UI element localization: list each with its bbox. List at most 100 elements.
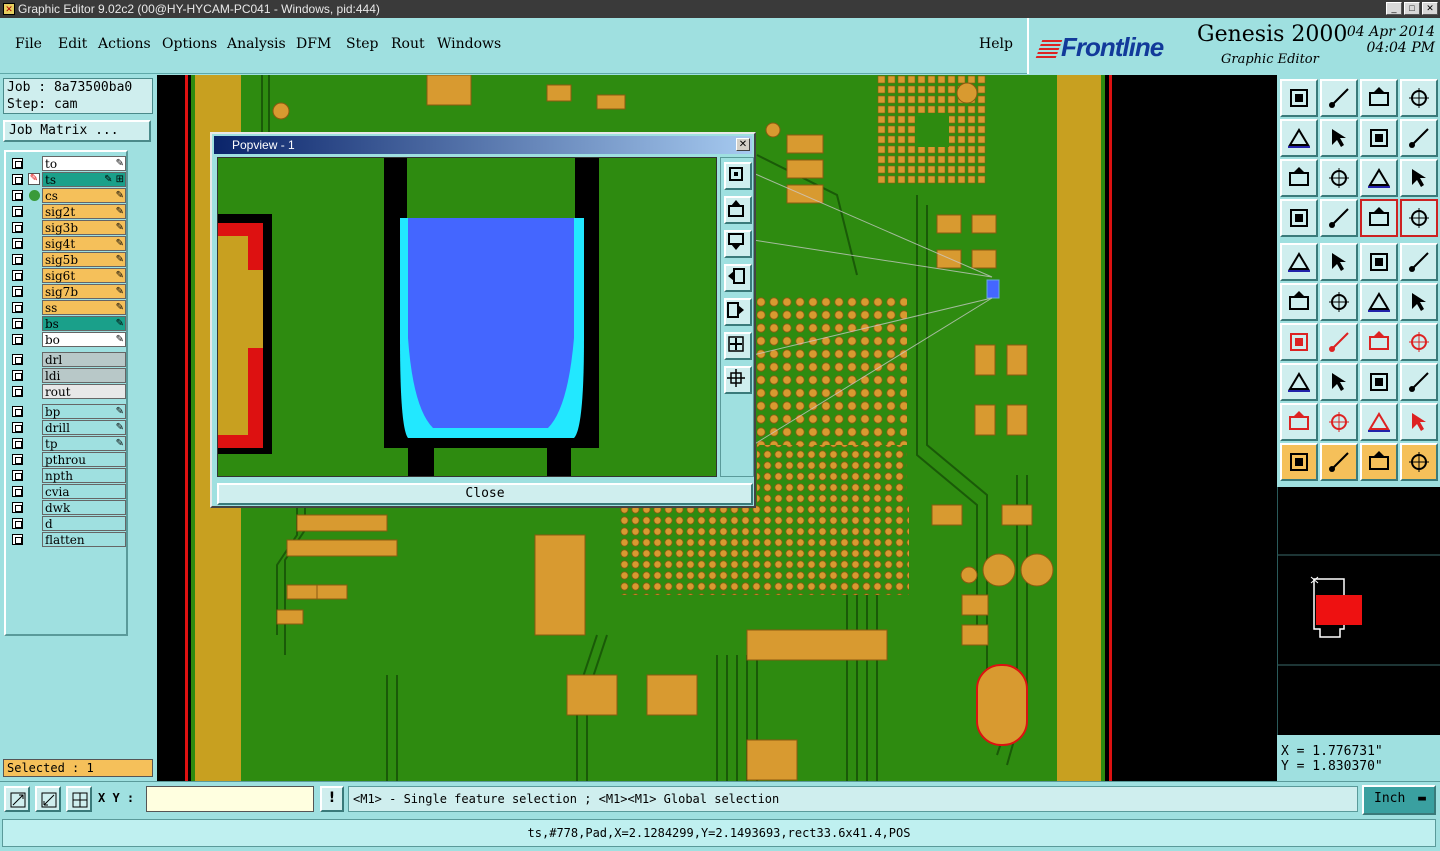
layer-checkbox[interactable] <box>12 386 23 397</box>
layer-row-cvia[interactable]: cvia <box>8 484 126 499</box>
tool-home-top-button[interactable] <box>1280 79 1318 117</box>
layer-row-sig4t[interactable]: sig4t ✎ <box>8 236 126 251</box>
menu-file[interactable]: File <box>15 36 42 52</box>
popview-pan-right-button[interactable] <box>724 298 752 326</box>
layer-row-rout[interactable]: rout <box>8 384 126 399</box>
layer-checkbox[interactable] <box>12 470 23 481</box>
layer-checkbox[interactable] <box>12 318 23 329</box>
layer-checkbox[interactable] <box>12 534 23 545</box>
tool-arc-button[interactable] <box>1360 323 1398 361</box>
menu-dfm[interactable]: DFM <box>296 36 331 52</box>
layer-name[interactable]: rout <box>42 384 126 399</box>
layer-row-ts[interactable]: ✎ ts ✎ ⊞ <box>8 172 126 187</box>
tool-net-button[interactable] <box>1280 283 1318 321</box>
popview-canvas[interactable] <box>217 157 717 477</box>
layer-row-pthrou[interactable]: pthrou <box>8 452 126 467</box>
tool-grid-button[interactable] <box>1320 199 1358 237</box>
layer-name[interactable]: sig6t <box>42 268 126 283</box>
tool-ratio-1-2-button[interactable] <box>1360 159 1398 197</box>
measure-button[interactable] <box>35 786 61 812</box>
tool-triangle-red-button[interactable] <box>1280 403 1318 441</box>
tool-cut-button[interactable] <box>1320 363 1358 401</box>
layer-row-ldi[interactable]: ldi <box>8 368 126 383</box>
layer-name[interactable]: sig4t <box>42 236 126 251</box>
tool-select-net-button[interactable] <box>1400 443 1438 481</box>
layer-row-sig3b[interactable]: sig3b ✎ <box>8 220 126 235</box>
layer-checkbox[interactable] <box>12 486 23 497</box>
layer-checkbox[interactable] <box>12 158 23 169</box>
tool-house-button[interactable] <box>1360 79 1398 117</box>
layer-name[interactable]: sig7b <box>42 284 126 299</box>
layer-checkbox[interactable] <box>12 270 23 281</box>
grid-button[interactable] <box>66 786 92 812</box>
tool-select-cursor-button[interactable] <box>1360 443 1398 481</box>
tool-pan-right-button[interactable] <box>1320 119 1358 157</box>
tool-connect-blue-button[interactable] <box>1400 283 1438 321</box>
layer-row-ss[interactable]: ss ✎ <box>8 300 126 315</box>
layer-row-to[interactable]: to ✎ <box>8 156 126 171</box>
layer-row-bp[interactable]: bp ✎ <box>8 404 126 419</box>
tool-pan-left-button[interactable] <box>1280 119 1318 157</box>
close-window-button[interactable]: ✕ <box>1422 2 1438 15</box>
popview-close-icon[interactable]: ✕ <box>736 138 750 151</box>
layer-checkbox[interactable] <box>12 422 23 433</box>
popview-pan-up-button[interactable] <box>724 196 752 224</box>
tool-mirror-button[interactable] <box>1400 119 1438 157</box>
tool-fit-vertical-button[interactable] <box>1280 159 1318 197</box>
tool-measure-button[interactable] <box>1360 363 1398 401</box>
tool-pad-group-button[interactable] <box>1280 363 1318 401</box>
layer-checkbox[interactable] <box>12 206 23 217</box>
menu-analysis[interactable]: Analysis <box>227 36 286 52</box>
popview-close-button[interactable]: Close <box>217 483 753 505</box>
layer-name[interactable]: sig2t <box>42 204 126 219</box>
menu-rout[interactable]: Rout <box>391 36 425 52</box>
layer-name[interactable]: tp <box>42 436 126 451</box>
layer-row-drill[interactable]: drill ✎ <box>8 420 126 435</box>
layer-checkbox[interactable] <box>12 254 23 265</box>
tool-triangle-blue-button[interactable] <box>1320 403 1358 441</box>
layer-name[interactable]: d <box>42 516 126 531</box>
popview-zoom-out-button[interactable] <box>724 366 752 394</box>
layer-checkbox[interactable] <box>12 502 23 513</box>
tool-select-box-button[interactable] <box>1320 443 1358 481</box>
tool-angle-button[interactable] <box>1280 323 1318 361</box>
tool-triangle-b-button[interactable] <box>1400 403 1438 441</box>
tool-snap-center-button[interactable] <box>1320 283 1358 321</box>
layer-name[interactable]: ldi <box>42 368 126 383</box>
tool-home-bottom-button[interactable] <box>1320 79 1358 117</box>
layer-row-sig7b[interactable]: sig7b ✎ <box>8 284 126 299</box>
tool-connect-red-button[interactable] <box>1360 283 1398 321</box>
layer-checkbox[interactable] <box>12 238 23 249</box>
menu-windows[interactable]: Windows <box>437 36 501 52</box>
layer-name[interactable]: dwk <box>42 500 126 515</box>
layer-checkbox[interactable] <box>12 286 23 297</box>
layer-name[interactable]: npth <box>42 468 126 483</box>
layer-row-bs[interactable]: bs ✎ <box>8 316 126 331</box>
layer-checkbox[interactable] <box>12 370 23 381</box>
layer-row-cs[interactable]: cs ✎ <box>8 188 126 203</box>
units-select[interactable]: Inch ▬ <box>1362 785 1436 815</box>
layer-row-tp[interactable]: tp ✎ <box>8 436 126 451</box>
layer-name[interactable]: flatten <box>42 532 126 547</box>
menu-help[interactable]: Help <box>979 36 1013 52</box>
layer-checkbox[interactable] <box>12 302 23 313</box>
maximize-button[interactable]: □ <box>1404 2 1420 15</box>
layer-name[interactable]: sig3b <box>42 220 126 235</box>
layer-checkbox[interactable] <box>12 518 23 529</box>
xy-input[interactable] <box>146 786 314 812</box>
menu-step[interactable]: Step <box>346 36 378 52</box>
layer-name[interactable]: to <box>42 156 126 171</box>
layer-checkbox[interactable] <box>12 406 23 417</box>
popview-pan-left-button[interactable] <box>724 264 752 292</box>
popview-zoom-in-button[interactable] <box>724 332 752 360</box>
tool-layer-red-1-button[interactable] <box>1360 199 1398 237</box>
layer-name[interactable]: bs <box>42 316 126 331</box>
layer-row-d[interactable]: d <box>8 516 126 531</box>
tool-triangle-a-button[interactable] <box>1360 403 1398 441</box>
tool-drag-button[interactable] <box>1400 363 1438 401</box>
layer-checkbox[interactable] <box>12 438 23 449</box>
tool-add-line-button[interactable] <box>1320 243 1358 281</box>
layer-name[interactable]: drl <box>42 352 126 367</box>
layer-name[interactable]: ss <box>42 300 126 315</box>
layer-row-npth[interactable]: npth <box>8 468 126 483</box>
